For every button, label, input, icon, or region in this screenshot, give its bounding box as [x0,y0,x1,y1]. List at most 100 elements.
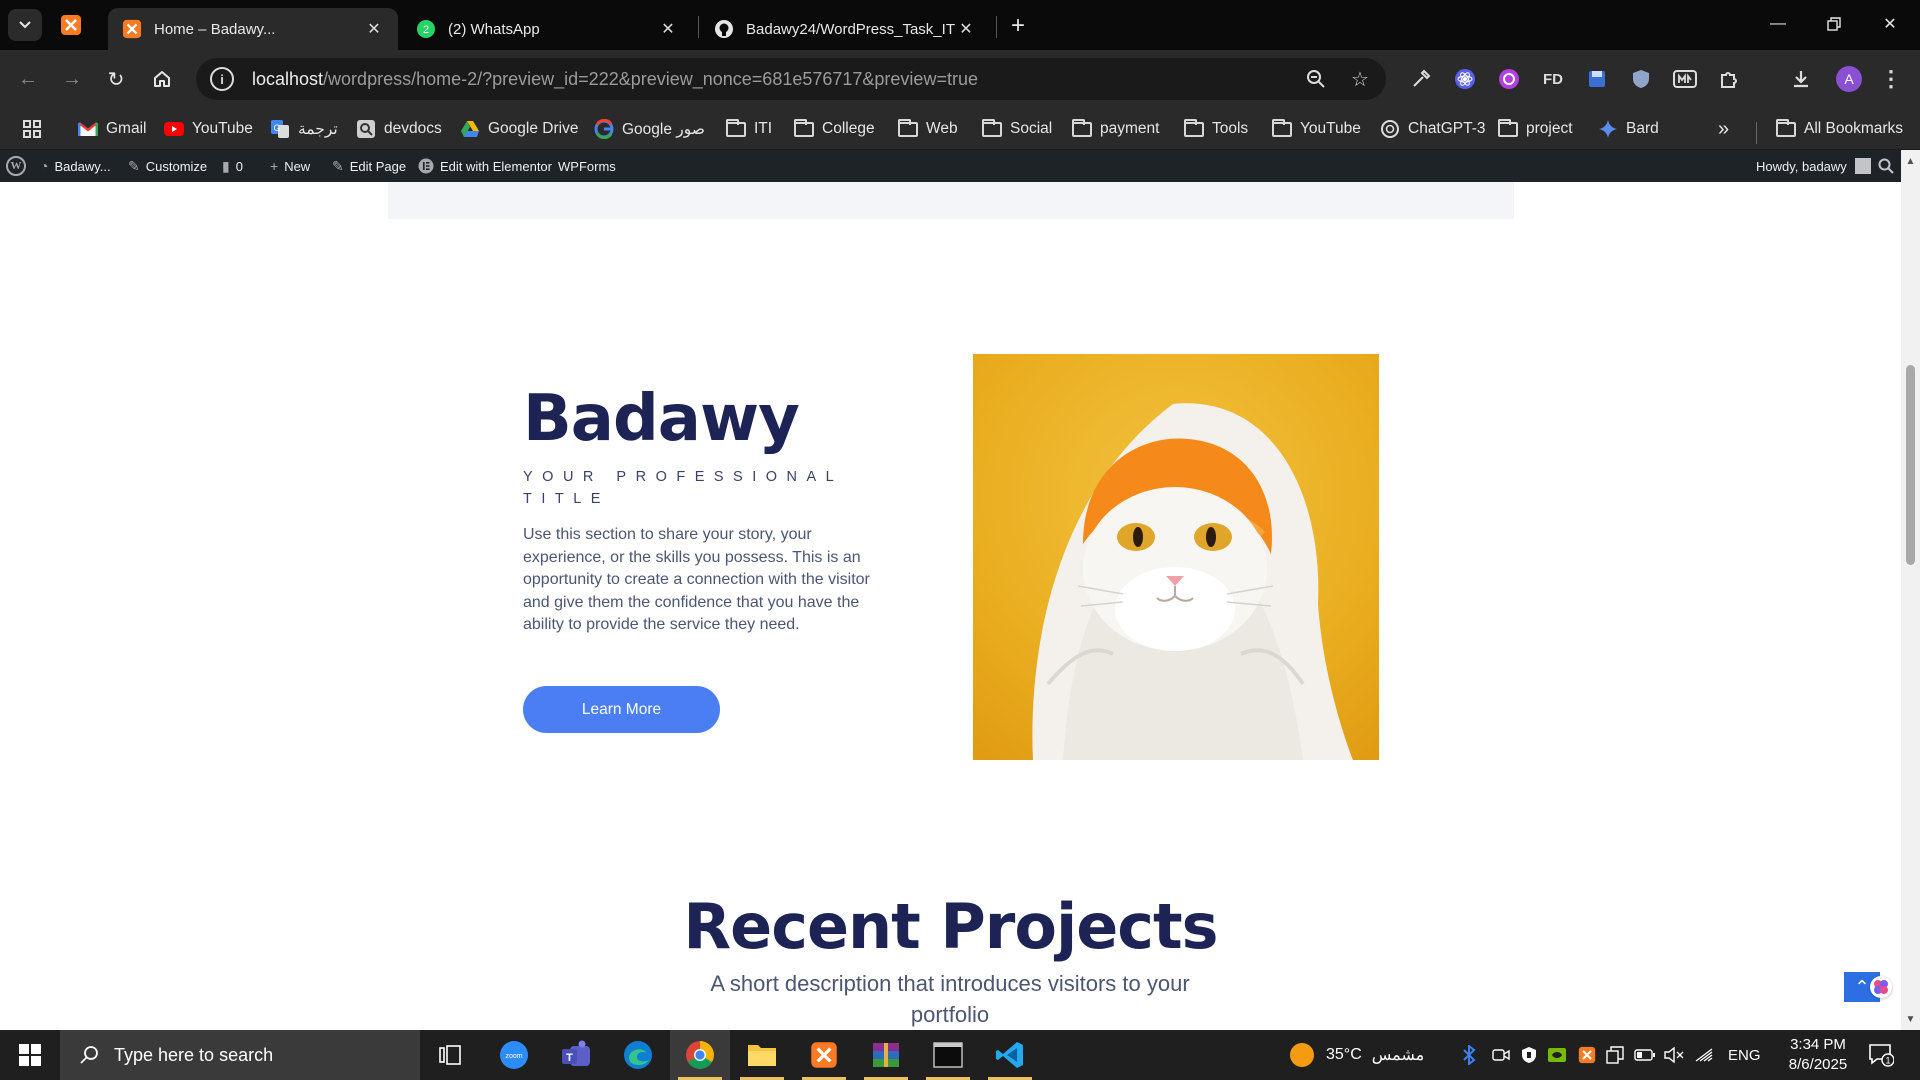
wp-new[interactable]: + New [270,150,310,182]
bookmark-google-photos[interactable]: Google صور [594,114,705,144]
new-tab-button[interactable]: + [1004,12,1032,40]
bookmark-folder-web[interactable]: Web [898,114,958,144]
m-extension-icon[interactable] [1672,66,1698,92]
bluetooth-tray-icon[interactable] [1462,1030,1476,1080]
wp-wpforms[interactable]: WPForms [558,150,616,182]
security-tray-icon[interactable] [1520,1030,1538,1080]
taskbar-chrome[interactable] [670,1030,730,1080]
learn-more-button[interactable]: Learn More [523,686,720,733]
address-url[interactable]: localhost/wordpress/home-2/?preview_id=2… [252,69,978,90]
tab-whatsapp[interactable]: 2 (2) WhatsApp ✕ [402,8,692,50]
scrollbar-thumb[interactable] [1906,365,1915,565]
address-bar[interactable]: i localhost/wordpress/home-2/?preview_id… [196,58,1386,100]
tab-github[interactable]: Badawy24/WordPress_Task_ITI ✕ [700,8,990,50]
taskbar-teams[interactable]: T [546,1030,606,1080]
bookmark-google-drive[interactable]: Google Drive [460,114,578,144]
forward-button[interactable]: → [56,63,88,95]
taskbar-vscode[interactable] [980,1030,1040,1080]
xampp-tray-icon[interactable] [1578,1030,1596,1080]
shield-extension-icon[interactable] [1628,66,1654,92]
back-button[interactable]: ← [12,63,44,95]
taskbar-file-explorer[interactable] [732,1030,792,1080]
bookmark-devdocs[interactable]: devdocs [356,114,442,144]
url-path: /wordpress/home-2/?preview_id=222&previe… [323,68,978,89]
close-icon[interactable]: ✕ [658,19,678,39]
fd-extension-icon[interactable]: FD [1540,66,1566,92]
bookmark-translate[interactable]: G ترجمة [270,114,338,144]
site-info-icon[interactable]: i [210,67,234,91]
tab-home-badawy[interactable]: Home – Badawy... ✕ [108,8,398,50]
taskbar-xampp[interactable] [794,1030,854,1080]
close-icon[interactable]: ✕ [364,19,384,39]
wp-edit-elementor[interactable]: Edit with Elementor [418,150,552,182]
tab-search-button[interactable] [8,9,42,41]
profile-avatar[interactable]: A [1836,66,1862,92]
wp-customize[interactable]: ✎ Customize [128,150,207,182]
home-button[interactable] [146,63,178,95]
menu-kebab-icon[interactable]: ⋮ [1878,66,1904,92]
task-view-button[interactable] [420,1030,480,1080]
nvidia-tray-icon[interactable] [1548,1030,1566,1080]
wp-howdy-account[interactable]: Howdy, badawy [1756,150,1871,182]
language-indicator[interactable]: ENG [1728,1030,1761,1080]
bookmark-folder-payment[interactable]: payment [1072,114,1159,144]
windows-taskbar: Type here to search zoom T 35°C مشمس ENG… [0,1030,1920,1080]
bookmark-folder-social[interactable]: Social [982,114,1052,144]
bookmark-label: Google Drive [488,120,579,137]
volume-muted-tray-icon[interactable] [1664,1030,1684,1080]
more-bookmarks-chevron-icon[interactable]: » [1718,114,1729,144]
close-icon[interactable]: ✕ [956,19,976,39]
eyedropper-extension-icon[interactable] [1408,66,1434,92]
gmail-icon [78,119,98,139]
minimize-button[interactable]: — [1758,8,1798,40]
taskbar-clock[interactable]: 3:34 PM 8/6/2025 [1772,1035,1864,1075]
bookmark-folder-project[interactable]: project [1498,114,1573,144]
apps-grid-icon[interactable] [22,114,42,144]
wp-edit-page[interactable]: ✎ Edit Page [332,150,406,182]
bookmark-folder-college[interactable]: College [794,114,875,144]
bookmark-folder-tools[interactable]: Tools [1184,114,1248,144]
reload-button[interactable]: ↻ [100,63,132,95]
hero-name-heading: Badawy [523,382,800,456]
bookmark-chatgpt[interactable]: ChatGPT-3 [1380,114,1486,144]
battery-tray-icon[interactable] [1634,1030,1656,1080]
bookmark-folder-iti[interactable]: ITI [726,114,772,144]
notification-center-button[interactable]: 1 [1866,1042,1896,1068]
meet-now-tray-icon[interactable] [1492,1030,1510,1080]
wp-site-name[interactable]: ◔ Badawy... [40,150,111,182]
page-scrollbar[interactable]: ▲ ▼ [1901,150,1920,1030]
bookmark-star-icon[interactable]: ☆ [1348,67,1372,91]
extensions-puzzle-icon[interactable] [1716,66,1742,92]
assistant-widget-icon[interactable] [1870,976,1892,998]
taskbar-edge[interactable] [608,1030,668,1080]
scroll-down-arrow-icon[interactable]: ▼ [1905,1014,1916,1025]
bookmark-youtube[interactable]: YouTube [164,114,253,144]
restore-button[interactable] [1814,8,1854,40]
taskbar-search[interactable]: Type here to search [60,1030,420,1080]
pinned-tab-xampp[interactable] [58,12,84,38]
taskbar-zoom[interactable]: zoom [484,1030,544,1080]
bookmark-label: Tools [1212,120,1249,137]
bookmark-folder-youtube[interactable]: YouTube [1272,114,1361,144]
bookmark-bard[interactable]: Bard [1598,114,1659,144]
extension-purple-icon[interactable] [1496,66,1522,92]
react-devtools-icon[interactable] [1452,66,1478,92]
brush-icon: ✎ [128,157,140,174]
all-bookmarks-button[interactable]: All Bookmarks [1776,114,1903,144]
copy-tray-icon[interactable] [1606,1030,1624,1080]
wifi-tray-icon[interactable] [1694,1030,1714,1080]
weather-widget[interactable]: 35°C مشمس [1290,1030,1424,1080]
wp-search-button[interactable] [1878,150,1894,182]
start-button[interactable] [0,1030,60,1080]
wordpress-logo-button[interactable]: W [6,150,26,182]
close-window-button[interactable]: ✕ [1870,8,1910,40]
bookmark-gmail[interactable]: Gmail [78,114,146,144]
folder-icon [982,118,1002,139]
taskbar-terminal[interactable] [918,1030,978,1080]
zoom-icon[interactable] [1304,67,1328,91]
save-extension-icon[interactable] [1584,66,1610,92]
wp-comments[interactable]: ▮ 0 [222,150,243,182]
downloads-icon[interactable] [1788,66,1814,92]
scroll-up-arrow-icon[interactable]: ▲ [1905,156,1916,167]
taskbar-winrar[interactable] [856,1030,916,1080]
